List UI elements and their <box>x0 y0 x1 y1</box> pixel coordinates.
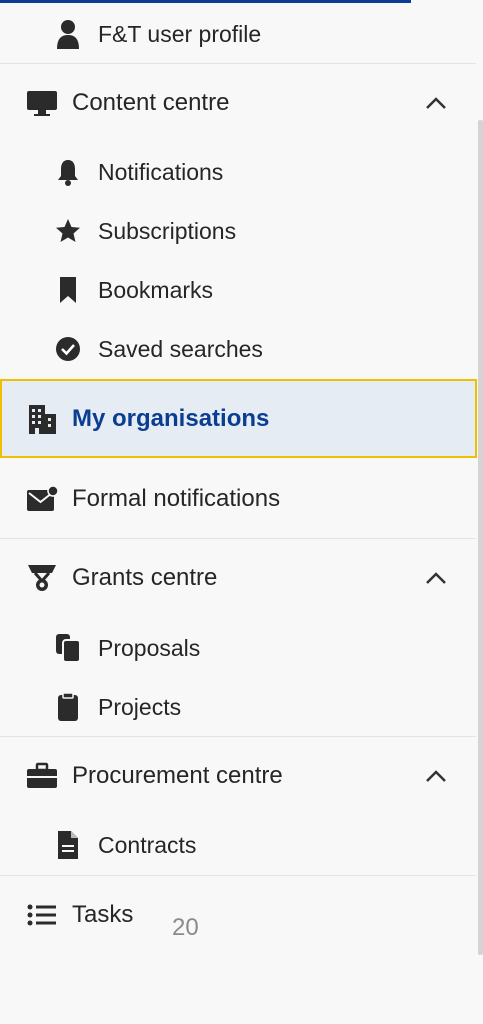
bell-icon <box>54 157 82 187</box>
chevron-up-icon[interactable] <box>424 91 448 115</box>
menu-item-user-profile[interactable]: F&T user profile <box>0 14 476 54</box>
divider <box>0 538 476 539</box>
menu-item-subscriptions[interactable]: Subscriptions <box>0 211 476 251</box>
envelope-icon <box>26 484 58 514</box>
documents-icon <box>54 633 82 663</box>
menu-item-label: Notifications <box>98 158 224 185</box>
divider <box>0 63 476 64</box>
list-icon <box>26 900 58 930</box>
menu-item-label: F&T user profile <box>98 20 262 47</box>
menu-item-label: My organisations <box>72 404 270 432</box>
menu-item-saved-searches[interactable]: Saved searches <box>0 329 476 369</box>
menu-item-tasks[interactable]: Tasks <box>0 894 476 936</box>
section-label: Content centre <box>72 89 230 116</box>
menu-item-notifications[interactable]: Notifications <box>0 152 476 192</box>
scrollbar[interactable] <box>478 120 483 955</box>
monitor-icon <box>26 88 58 118</box>
file-icon <box>54 830 82 860</box>
menu-item-label: Contracts <box>98 831 197 858</box>
menu-section-content-centre[interactable]: Content centre <box>0 82 476 124</box>
menu-item-label: Subscriptions <box>98 217 237 244</box>
menu-item-projects[interactable]: Projects <box>0 687 476 727</box>
menu-item-label: Projects <box>98 693 182 720</box>
menu-item-bookmarks[interactable]: Bookmarks <box>0 270 476 310</box>
bookmark-icon <box>54 275 82 305</box>
menu-item-proposals[interactable]: Proposals <box>0 628 476 668</box>
menu-item-label: Formal notifications <box>72 485 281 512</box>
menu-item-formal-notifications[interactable]: Formal notifications <box>0 478 476 520</box>
menu-item-label: Proposals <box>98 634 201 661</box>
section-label: Procurement centre <box>72 762 283 789</box>
divider <box>0 875 476 876</box>
menu-section-procurement-centre[interactable]: Procurement centre <box>0 755 476 797</box>
grant-icon <box>26 563 58 593</box>
check-circle-icon <box>54 334 82 364</box>
chevron-up-icon[interactable] <box>424 566 448 590</box>
menu-item-label: Saved searches <box>98 335 263 362</box>
top-accent-bar <box>0 0 411 3</box>
section-label: Grants centre <box>72 564 218 591</box>
briefcase-icon <box>26 761 58 791</box>
clipboard-icon <box>54 692 82 722</box>
menu-item-label: Bookmarks <box>98 276 214 303</box>
star-icon <box>54 216 82 246</box>
building-icon <box>26 404 58 434</box>
menu-section-grants-centre[interactable]: Grants centre <box>0 557 476 599</box>
chevron-up-icon[interactable] <box>424 764 448 788</box>
divider <box>0 736 476 737</box>
menu-item-my-organisations[interactable]: My organisations <box>0 379 477 458</box>
menu-item-label: Tasks <box>72 901 134 928</box>
user-icon <box>54 19 82 49</box>
menu-item-contracts[interactable]: Contracts <box>0 825 476 865</box>
page-number: 20 <box>172 914 199 941</box>
